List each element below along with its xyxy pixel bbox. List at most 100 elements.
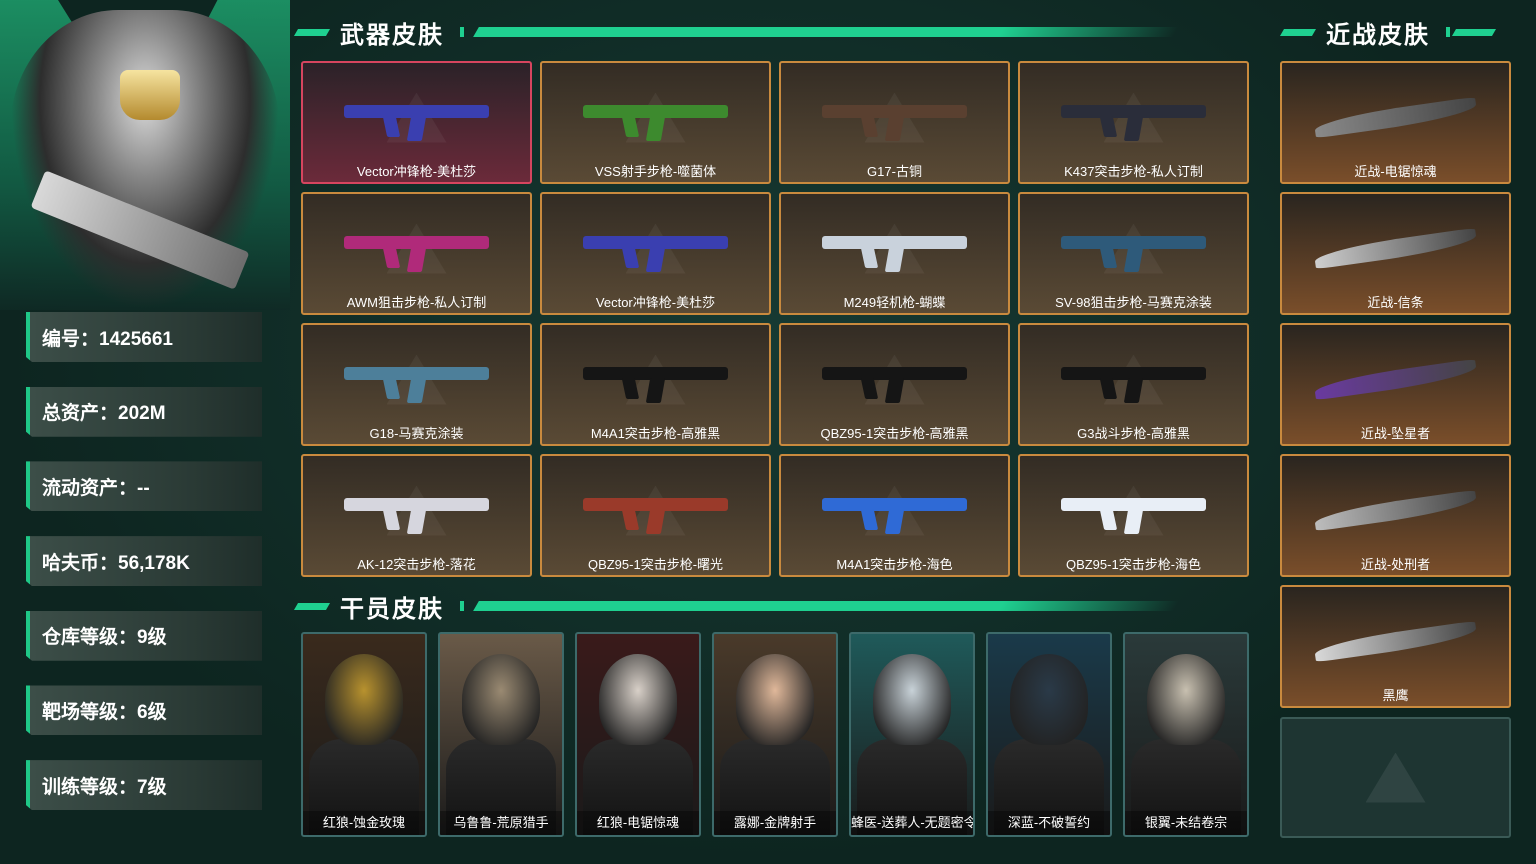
weapon-card[interactable]: M4A1突击步枪-高雅黑 [540,323,771,446]
operator-portrait [1146,654,1226,745]
weapon-card[interactable]: G18-马赛克涂装 [301,323,532,446]
operator-portrait [872,654,952,745]
operator-card[interactable]: 蜂医-送葬人-无题密令 [849,632,975,837]
weapon-name: M4A1突击步枪-高雅黑 [590,426,721,441]
weapon-card[interactable]: QBZ95-1突击步枪-曙光 [540,454,771,577]
player-avatar [10,10,280,310]
avatar-visor [120,70,180,120]
weapon-image [343,96,490,141]
melee-name: 近战-处刑者 [1360,557,1431,572]
weapon-name: Vector冲锋枪-美杜莎 [356,164,477,179]
melee-empty-slot[interactable] [1280,717,1511,838]
operator-card[interactable]: 银翼-未结卷宗 [1123,632,1249,837]
stat-warehouse-level: 仓库等级：9级 [26,610,262,661]
operator-card[interactable]: 深蓝-不破誓约 [986,632,1112,837]
weapon-image [582,227,729,272]
stat-id: 编号：1425661 [26,312,262,362]
header-deco-line [473,27,1179,37]
melee-card[interactable]: 黑鹰 [1280,585,1511,708]
weapon-name: G3战斗步枪-高雅黑 [1077,426,1190,441]
melee-name: 近战-信条 [1367,295,1424,310]
weapon-card[interactable]: AWM狙击步枪-私人订制 [301,192,532,315]
operator-card[interactable]: 乌鲁鲁-荒原猎手 [438,632,564,837]
melee-name: 黑鹰 [1382,688,1409,703]
operator-card[interactable]: 露娜-金牌射手 [712,632,838,837]
weapon-name: AK-12突击步枪-落花 [357,557,476,572]
melee-section-header: 近战皮肤 [1279,14,1512,50]
melee-card[interactable]: 近战-坠星者 [1280,323,1511,446]
weapon-card[interactable]: Vector冲锋枪-美杜莎 [540,192,771,315]
operator-name: 深蓝-不破誓约 [988,811,1110,835]
weapon-name: M4A1突击步枪-海色 [836,557,953,572]
weapon-card[interactable]: QBZ95-1突击步枪-高雅黑 [779,323,1010,446]
melee-image [1313,620,1478,663]
header-deco-line [473,601,1179,611]
melee-name: 近战-坠星者 [1360,426,1431,441]
weapon-card[interactable]: SV-98狙击步枪-马赛克涂装 [1018,192,1249,315]
weapon-image [343,358,490,403]
operator-name: 红狼-电锯惊魂 [577,811,699,835]
melee-section-title: 近战皮肤 [1326,21,1430,49]
weapon-card[interactable]: VSS射手步枪-噬菌体 [540,61,771,184]
weapon-image [821,227,968,272]
avatar-weapon [30,170,250,290]
stat-range-level: 靶场等级：6级 [26,685,262,736]
operator-portrait [735,654,815,745]
weapon-section-header: 武器皮肤 [293,14,1246,50]
melee-card[interactable]: 近战-电锯惊魂 [1280,61,1511,184]
profile-panel: 编号：1425661 总资产：202M 流动资产：-- 哈夫币：56,178K … [0,0,290,864]
melee-image [1313,489,1478,532]
weapon-card[interactable]: G3战斗步枪-高雅黑 [1018,323,1249,446]
weapon-name: VSS射手步枪-噬菌体 [594,164,717,179]
weapon-card[interactable]: QBZ95-1突击步枪-海色 [1018,454,1249,577]
weapon-card[interactable]: AK-12突击步枪-落花 [301,454,532,577]
weapon-image [582,358,729,403]
operator-card[interactable]: 红狼-蚀金玫瑰 [301,632,427,837]
weapon-image [821,489,968,534]
weapon-image [582,96,729,141]
operator-name: 红狼-蚀金玫瑰 [303,811,425,835]
weapon-name: SV-98狙击步枪-马赛克涂装 [1055,295,1212,310]
operator-name: 蜂医-送葬人-无题密令 [851,811,973,835]
weapon-image [1060,358,1207,403]
header-deco-bar [293,28,331,36]
operator-portrait [598,654,678,745]
weapon-name: G18-马赛克涂装 [369,426,464,441]
weapon-card[interactable]: G17-古铜 [779,61,1010,184]
weapon-image [1060,227,1207,272]
melee-card[interactable]: 近战-信条 [1280,192,1511,315]
weapon-name: M249轻机枪-蝴蝶 [843,295,946,310]
weapon-card[interactable]: Vector冲锋枪-美杜莎 [301,61,532,184]
weapon-card[interactable]: M4A1突击步枪-海色 [779,454,1010,577]
stat-list: 编号：1425661 总资产：202M 流动资产：-- 哈夫币：56,178K … [26,312,262,835]
operator-portrait [1009,654,1089,745]
operator-section-title: 干员皮肤 [340,595,444,623]
header-deco-bar [1451,28,1497,36]
operator-portrait [324,654,404,745]
weapon-image [821,96,968,141]
weapon-name: QBZ95-1突击步枪-海色 [1065,557,1202,572]
operator-portrait [461,654,541,745]
operator-name: 银翼-未结卷宗 [1125,811,1247,835]
operator-name: 露娜-金牌射手 [714,811,836,835]
weapon-name: AWM狙击步枪-私人订制 [346,295,487,310]
weapon-name: QBZ95-1突击步枪-高雅黑 [820,426,969,441]
stat-total-assets: 总资产：202M [26,386,262,437]
operator-name: 乌鲁鲁-荒原猎手 [440,811,562,835]
header-deco-bar [293,602,331,610]
weapon-image [582,489,729,534]
melee-image [1313,96,1478,139]
header-deco-tick [460,27,464,37]
operator-card[interactable]: 红狼-电锯惊魂 [575,632,701,837]
header-deco-tick [1446,27,1450,37]
weapon-section-title: 武器皮肤 [340,21,444,49]
weapon-name: QBZ95-1突击步枪-曙光 [587,557,724,572]
melee-card[interactable]: 近战-处刑者 [1280,454,1511,577]
stat-training-level: 训练等级：7级 [26,760,262,811]
weapon-image [343,227,490,272]
operator-section-header: 干员皮肤 [293,588,1246,624]
weapon-name: K437突击步枪-私人订制 [1064,164,1203,179]
weapon-card[interactable]: M249轻机枪-蝴蝶 [779,192,1010,315]
melee-name: 近战-电锯惊魂 [1354,164,1437,179]
weapon-card[interactable]: K437突击步枪-私人订制 [1018,61,1249,184]
